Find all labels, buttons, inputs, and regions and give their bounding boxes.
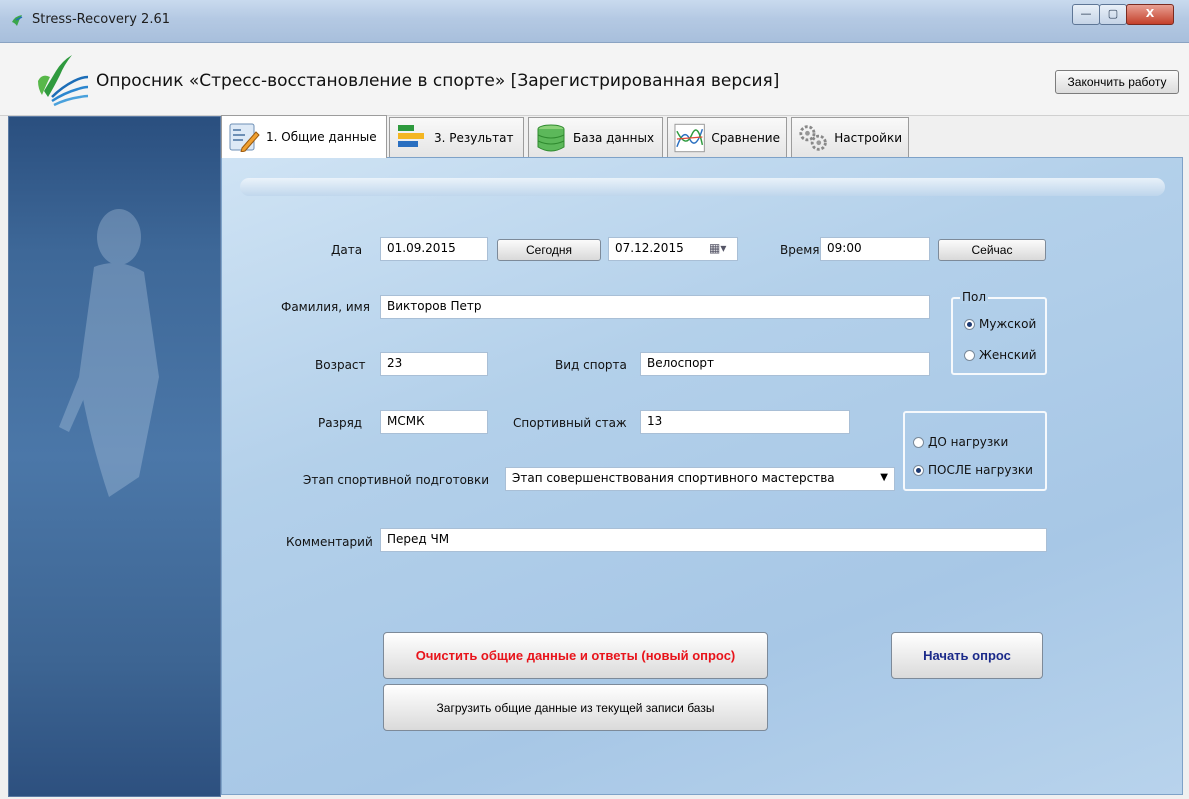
tab-result[interactable]: 3. Результат xyxy=(389,117,524,157)
name-field[interactable]: Викторов Петр xyxy=(380,295,930,319)
window-titlebar: Stress-Recovery 2.61 — ▢ X xyxy=(0,0,1189,43)
stage-select[interactable]: Этап совершенствования спортивного масте… xyxy=(505,467,895,491)
tab-label: База данных xyxy=(573,130,655,145)
tab-settings[interactable]: Настройки xyxy=(791,117,909,157)
before-load-radio[interactable] xyxy=(913,437,924,448)
rank-label: Разряд xyxy=(318,416,363,430)
stage-select-value: Этап совершенствования спортивного масте… xyxy=(512,471,835,485)
rank-field[interactable]: МСМК xyxy=(380,410,488,434)
name-label: Фамилия, имя xyxy=(281,300,370,314)
male-radio[interactable] xyxy=(964,319,975,330)
tab-label: 3. Результат xyxy=(434,130,514,145)
tab-general-data[interactable]: 1. Общие данные xyxy=(221,115,387,158)
sport-field[interactable]: Велоспорт xyxy=(640,352,930,376)
age-field[interactable]: 23 xyxy=(380,352,488,376)
chevron-down-icon[interactable]: ▼ xyxy=(880,472,888,483)
stage-label: Этап спортивной подготовки xyxy=(303,473,490,487)
female-label[interactable]: Женский xyxy=(979,348,1037,362)
date-field[interactable]: 01.09.2015 xyxy=(380,237,488,261)
app-heading: Опросник «Стресс-восстановление в спорте… xyxy=(96,71,780,91)
app-icon xyxy=(12,15,23,26)
experience-label: Спортивный стаж xyxy=(513,416,627,430)
sport-label: Вид спорта xyxy=(555,358,627,372)
today-button[interactable]: Сегодня xyxy=(497,239,601,261)
before-load-label[interactable]: ДО нагрузки xyxy=(928,435,1008,449)
calendar-dropdown-icon[interactable]: ▦▾ xyxy=(709,241,726,255)
gears-icon xyxy=(799,124,827,151)
minimize-button[interactable]: — xyxy=(1072,4,1100,25)
tab-label: Сравнение xyxy=(711,130,780,145)
bar-chart-icon xyxy=(398,124,424,147)
gender-legend: Пол xyxy=(960,290,989,304)
database-icon xyxy=(537,124,565,151)
female-radio[interactable] xyxy=(964,350,975,361)
panel-top-highlight xyxy=(240,178,1165,196)
after-load-label[interactable]: ПОСЛЕ нагрузки xyxy=(928,463,1033,477)
close-button[interactable]: X xyxy=(1126,4,1174,25)
time-label: Время xyxy=(780,243,820,257)
load-from-database-button[interactable]: Загрузить общие данные из текущей записи… xyxy=(383,684,768,731)
load-groupbox xyxy=(903,411,1047,491)
tab-label: 1. Общие данные xyxy=(266,130,377,144)
tab-label: Настройки xyxy=(834,130,902,145)
form-edit-icon xyxy=(229,123,260,152)
after-load-radio[interactable] xyxy=(913,465,924,476)
comment-label: Комментарий xyxy=(286,535,373,549)
start-survey-button[interactable]: Начать опрос xyxy=(891,632,1043,679)
now-button[interactable]: Сейчас xyxy=(938,239,1046,261)
tab-database[interactable]: База данных xyxy=(528,117,663,157)
leaf-logo-icon xyxy=(38,55,89,107)
app-header: Опросник «Стресс-восстановление в спорте… xyxy=(0,43,1189,116)
experience-field[interactable]: 13 xyxy=(640,410,850,434)
window-title: Stress-Recovery 2.61 xyxy=(32,12,170,27)
picker-date-text: 07.12.2015 xyxy=(615,241,684,255)
clear-data-button[interactable]: Очистить общие данные и ответы (новый оп… xyxy=(383,632,768,679)
line-chart-icon xyxy=(674,123,705,152)
date-picker[interactable]: 07.12.2015 ▦▾ xyxy=(608,237,738,261)
comment-field[interactable]: Перед ЧМ xyxy=(380,528,1047,552)
finish-work-button[interactable]: Закончить работу xyxy=(1055,70,1179,94)
age-label: Возраст xyxy=(315,358,366,372)
maximize-button[interactable]: ▢ xyxy=(1099,4,1127,25)
male-label[interactable]: Мужской xyxy=(979,317,1036,331)
decorative-sidebar-image xyxy=(8,116,221,797)
time-field[interactable]: 09:00 xyxy=(820,237,930,261)
tab-comparison[interactable]: Сравнение xyxy=(667,117,787,157)
gender-groupbox xyxy=(951,297,1047,375)
date-label: Дата xyxy=(331,243,363,257)
athlete-silhouette-icon xyxy=(59,209,159,497)
